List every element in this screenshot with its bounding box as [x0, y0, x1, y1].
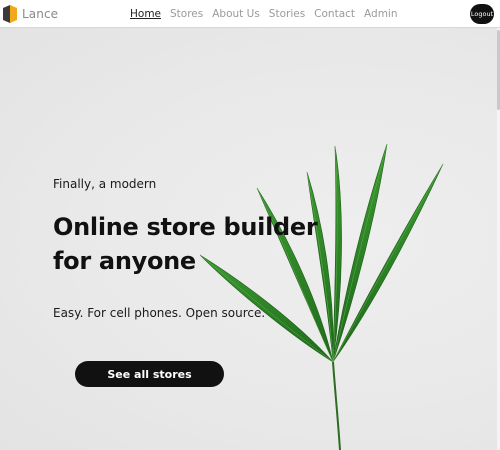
nav-link-stories[interactable]: Stories — [269, 7, 305, 21]
lance-logo-icon — [3, 5, 17, 23]
nav-links: Home Stores About Us Stories Contact Adm… — [130, 7, 398, 21]
nav-link-contact[interactable]: Contact — [314, 7, 355, 21]
top-navbar: Lance Home Stores About Us Stories Conta… — [0, 0, 500, 28]
hero-tagline: Easy. For cell phones. Open source. — [53, 306, 266, 320]
palm-leaf-plant-image — [199, 143, 444, 450]
page: Finally, a modern Online store builder f… — [0, 0, 500, 450]
brand-name: Lance — [22, 7, 59, 21]
hero-headline-line1: Online store builder — [53, 213, 318, 241]
nav-link-admin[interactable]: Admin — [364, 7, 397, 21]
brand[interactable]: Lance — [3, 4, 58, 24]
nav-link-about-us[interactable]: About Us — [212, 7, 260, 21]
hero-headline: Online store builder for anyone — [53, 210, 318, 278]
see-all-stores-button[interactable]: See all stores — [75, 361, 224, 387]
hero-eyebrow: Finally, a modern — [53, 177, 157, 191]
nav-link-stores[interactable]: Stores — [170, 7, 203, 21]
hero-headline-line2: for anyone — [53, 247, 196, 275]
logout-button[interactable]: Logout — [470, 4, 494, 24]
nav-link-home[interactable]: Home — [130, 7, 161, 21]
